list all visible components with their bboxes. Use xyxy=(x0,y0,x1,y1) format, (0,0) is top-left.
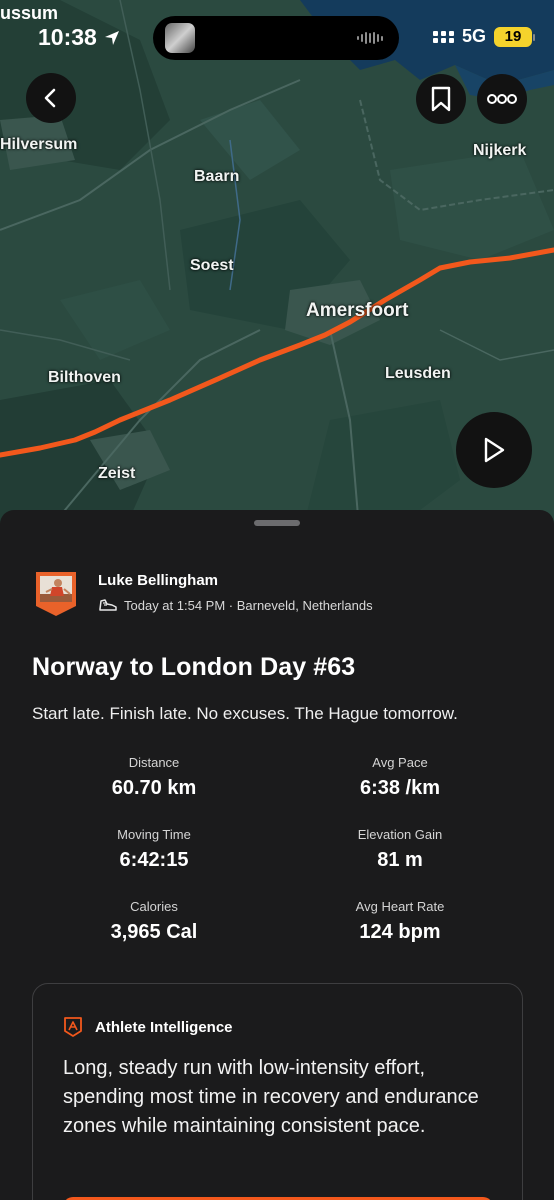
map-label-hilversum: Hilversum xyxy=(0,136,78,153)
network-type: 5G xyxy=(461,26,486,46)
stat-label: Calories xyxy=(130,899,178,914)
map-label-baarn: Baarn xyxy=(194,168,240,185)
sheet-drag-handle[interactable] xyxy=(254,520,300,526)
activity-description: Start late. Finish late. No excuses. The… xyxy=(32,704,458,723)
athlete-intelligence-icon xyxy=(64,1017,82,1037)
dynamic-island[interactable] xyxy=(153,16,399,60)
status-bar: ussum 10:38 5G 19 xyxy=(0,0,554,70)
stat-value: 3,965 Cal xyxy=(110,921,198,943)
shoe-icon xyxy=(99,599,117,611)
play-flyover-button[interactable] xyxy=(456,412,532,488)
stat-label: Avg Heart Rate xyxy=(355,899,445,914)
stat-label: Moving Time xyxy=(117,827,191,842)
stat-value: 124 bpm xyxy=(359,921,441,943)
status-clock: 10:38 xyxy=(38,24,121,51)
map-label-leusden: Leusden xyxy=(385,365,451,382)
carrier-label: ussum xyxy=(0,3,59,23)
more-dots-icon xyxy=(487,94,517,104)
audio-waveform-icon xyxy=(357,32,383,44)
play-icon xyxy=(484,437,505,463)
status-time: 10:38 xyxy=(38,24,97,50)
now-playing-thumbnail xyxy=(165,23,195,53)
cellular-signal-icon xyxy=(432,30,454,43)
stat-value: 6:38 /km xyxy=(359,777,441,799)
stat-calories: Calories 3,965 Cal xyxy=(44,899,264,944)
location-arrow-icon xyxy=(104,30,119,45)
activity-title: Norway to London Day #63 xyxy=(32,653,356,681)
battery-level: 19 xyxy=(504,28,522,45)
map-label-bilthoven: Bilthoven xyxy=(48,369,121,386)
stat-value: 81 m xyxy=(377,849,423,871)
athlete-header[interactable]: Luke Bellingham Today at 1:54 PM · Barne… xyxy=(34,570,373,618)
stat-value: 60.70 km xyxy=(111,777,197,799)
route-map[interactable]: Hilversum Baarn Nijkerk Soest Amersfoort… xyxy=(0,0,554,540)
stat-moving-time: Moving Time 6:42:15 xyxy=(44,827,264,872)
activity-meta: Today at 1:54 PM · Barneveld, Netherland… xyxy=(98,597,373,613)
map-label-soest: Soest xyxy=(190,257,234,274)
athlete-intelligence-header: Athlete Intelligence xyxy=(63,1016,233,1038)
activity-time-location: Today at 1:54 PM · Barneveld, Netherland… xyxy=(124,597,373,613)
more-options-button[interactable] xyxy=(477,74,527,124)
stat-value: 6:42:15 xyxy=(119,849,189,871)
athlete-intelligence-card[interactable]: Athlete Intelligence Long, steady run wi… xyxy=(32,983,523,1200)
athlete-name[interactable]: Luke Bellingham xyxy=(98,572,373,589)
stat-distance: Distance 60.70 km xyxy=(44,755,264,800)
athlete-avatar[interactable] xyxy=(34,570,78,618)
map-label-amersfoort: Amersfoort xyxy=(306,300,409,321)
stat-elevation-gain: Elevation Gain 81 m xyxy=(290,827,510,872)
avatar-badge xyxy=(36,572,76,616)
stat-avg-heart-rate: Avg Heart Rate 124 bpm xyxy=(290,899,510,944)
activity-sheet: Luke Bellingham Today at 1:54 PM · Barne… xyxy=(0,510,554,1200)
stat-avg-pace: Avg Pace 6:38 /km xyxy=(290,755,510,800)
bookmark-icon xyxy=(431,86,451,112)
status-right: 5G 19 xyxy=(432,26,535,47)
stat-label: Distance xyxy=(128,755,180,770)
bookmark-button[interactable] xyxy=(416,74,466,124)
battery-icon: 19 xyxy=(494,26,535,47)
stat-label: Avg Pace xyxy=(372,755,428,770)
map-label-zeist: Zeist xyxy=(98,465,136,482)
athlete-intelligence-summary: Long, steady run with low-intensity effo… xyxy=(63,1057,479,1137)
athlete-intelligence-title: Athlete Intelligence xyxy=(95,1018,233,1036)
back-button[interactable] xyxy=(26,73,76,123)
map-label-nijkerk: Nijkerk xyxy=(473,142,527,159)
stat-label: Elevation Gain xyxy=(357,827,443,842)
chevron-left-icon xyxy=(44,88,56,108)
